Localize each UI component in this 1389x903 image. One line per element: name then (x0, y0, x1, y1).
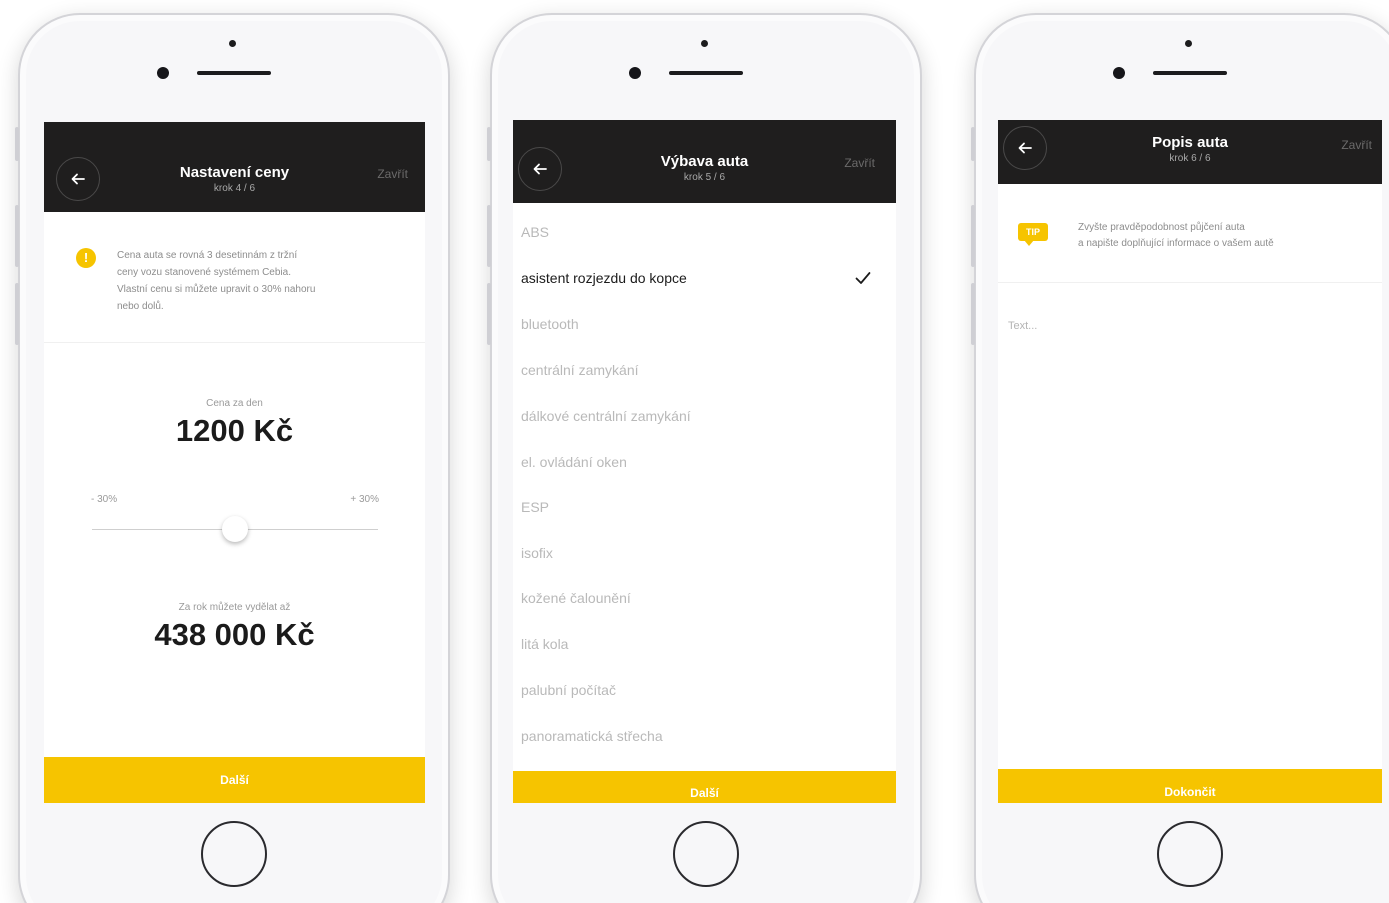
exclamation-icon: ! (76, 248, 96, 268)
equipment-item[interactable]: asistent rozjezdu do kopce (513, 257, 896, 303)
phone-equipment-screen: Výbava auta krok 5 / 6 Zavřít ABS asiste… (487, 13, 922, 903)
front-camera (629, 67, 641, 79)
phone-price-screen: Nastavení ceny krok 4 / 6 Zavřít ! Cena … (15, 13, 450, 903)
phone-side-button (971, 283, 975, 345)
tip-row: TIP Zvyšte pravděpodobnost půjčení auta … (998, 184, 1382, 283)
tip-badge: TIP (1018, 223, 1048, 246)
equipment-item[interactable]: ESP (513, 486, 896, 532)
equipment-label: isofix (521, 545, 553, 561)
speaker-grille (197, 71, 271, 75)
camera-dot (229, 40, 236, 47)
notice-line: ceny vozu stanovené systémem Cebia. (117, 267, 291, 278)
phone-side-button (971, 127, 975, 161)
phone-side-button (971, 205, 975, 267)
home-button[interactable] (673, 821, 739, 887)
step-indicator: krok 6 / 6 (1169, 153, 1211, 164)
app-header: Výbava auta krok 5 / 6 Zavřít (513, 120, 896, 203)
notice-line: nebo dolů. (117, 301, 164, 312)
phone-side-button (487, 127, 491, 161)
notice-line: Cena auta se rovná 3 desetinnám z tržní (117, 250, 298, 261)
screen-equipment: Výbava auta krok 5 / 6 Zavřít ABS asiste… (513, 120, 896, 803)
equipment-item[interactable]: centrální zamykání (513, 349, 896, 395)
notice-line: Vlastní cenu si můžete upravit o 30% nah… (117, 284, 316, 295)
home-button[interactable] (201, 821, 267, 887)
equipment-label: asistent rozjezdu do kopce (521, 270, 687, 286)
slider-min-label: - 30% (91, 494, 118, 505)
price-label: Cena za den (206, 398, 263, 409)
equipment-item[interactable]: isofix (513, 532, 896, 578)
step-indicator: krok 5 / 6 (683, 172, 726, 183)
close-link[interactable]: Zavřít (1341, 138, 1372, 152)
tip-text: Zvyšte pravděpodobnost půjčení auta a na… (1078, 220, 1368, 252)
equipment-item[interactable]: litá kola (513, 623, 896, 669)
checkmark-icon (855, 272, 871, 284)
yearly-value: 438 000 Kč (154, 617, 315, 652)
home-button[interactable] (1157, 821, 1223, 887)
front-camera (157, 67, 169, 79)
page-title: Nastavení ceny (179, 164, 290, 181)
phone-description-screen: Popis auta krok 6 / 6 Zavřít TIP Zvyšte … (971, 13, 1389, 903)
step-indicator: krok 4 / 6 (213, 183, 256, 194)
phone-side-button (487, 283, 491, 345)
screen-description: Popis auta krok 6 / 6 Zavřít TIP Zvyšte … (998, 120, 1382, 803)
equipment-label: el. ovládání oken (521, 454, 627, 470)
close-link[interactable]: Zavřít (377, 167, 408, 181)
price-value: 1200 Kč (175, 413, 294, 448)
camera-dot (1185, 40, 1192, 47)
page-title: Popis auta (1152, 134, 1228, 151)
equipment-label: centrální zamykání (521, 362, 639, 378)
equipment-label: kožené čalounění (521, 590, 631, 606)
phone-side-button (15, 127, 19, 161)
equipment-label: litá kola (521, 636, 569, 652)
equipment-item[interactable]: bluetooth (513, 303, 896, 349)
app-header: Nastavení ceny krok 4 / 6 Zavřít (44, 122, 425, 212)
price-notice: ! Cena auta se rovná 3 desetinnám z tržn… (44, 212, 425, 343)
equipment-label: dálkové centrální zamykání (521, 408, 691, 424)
next-button[interactable]: Další (44, 757, 425, 803)
tip-line: a napište doplňující informace o vašem a… (1078, 238, 1274, 249)
equipment-item[interactable]: kožené čalounění (513, 577, 896, 623)
page-title: Výbava auta (660, 153, 749, 170)
yearly-label: Za rok můžete vydělat až (178, 602, 291, 613)
mockup-stage: Nastavení ceny krok 4 / 6 Zavřít ! Cena … (0, 0, 1389, 903)
description-textarea[interactable]: Text... (1008, 320, 1368, 750)
phone-side-button (15, 283, 19, 345)
equipment-label: ESP (521, 499, 550, 515)
equipment-item[interactable]: palubní počítač (513, 669, 896, 715)
close-link[interactable]: Zavřít (844, 156, 875, 170)
price-slider-thumb[interactable] (222, 516, 248, 542)
phone-side-button (487, 205, 491, 267)
screen-price: Nastavení ceny krok 4 / 6 Zavřít ! Cena … (44, 122, 425, 803)
equipment-label: ABS (521, 224, 550, 240)
equipment-label: bluetooth (521, 316, 579, 332)
equipment-label: palubní počítač (521, 682, 616, 698)
equipment-item[interactable]: dálkové centrální zamykání (513, 395, 896, 441)
equipment-label: panoramatická střecha (521, 728, 663, 744)
equipment-item[interactable]: panoramatická střecha (513, 715, 896, 761)
camera-dot (701, 40, 708, 47)
tip-line: Zvyšte pravděpodobnost půjčení auta (1078, 222, 1245, 233)
phone-side-button (15, 205, 19, 267)
front-camera (1113, 67, 1125, 79)
next-button[interactable]: Další (513, 771, 896, 803)
speaker-grille (1153, 71, 1227, 75)
app-header: Popis auta krok 6 / 6 Zavřít (998, 120, 1382, 184)
speaker-grille (669, 71, 743, 75)
equipment-item[interactable]: el. ovládání oken (513, 441, 896, 487)
notice-text: Cena auta se rovná 3 desetinnám z tržní … (117, 247, 407, 315)
equipment-item[interactable]: ABS (513, 211, 896, 257)
slider-max-label: + 30% (350, 494, 379, 505)
finish-button[interactable]: Dokončit (998, 769, 1382, 803)
